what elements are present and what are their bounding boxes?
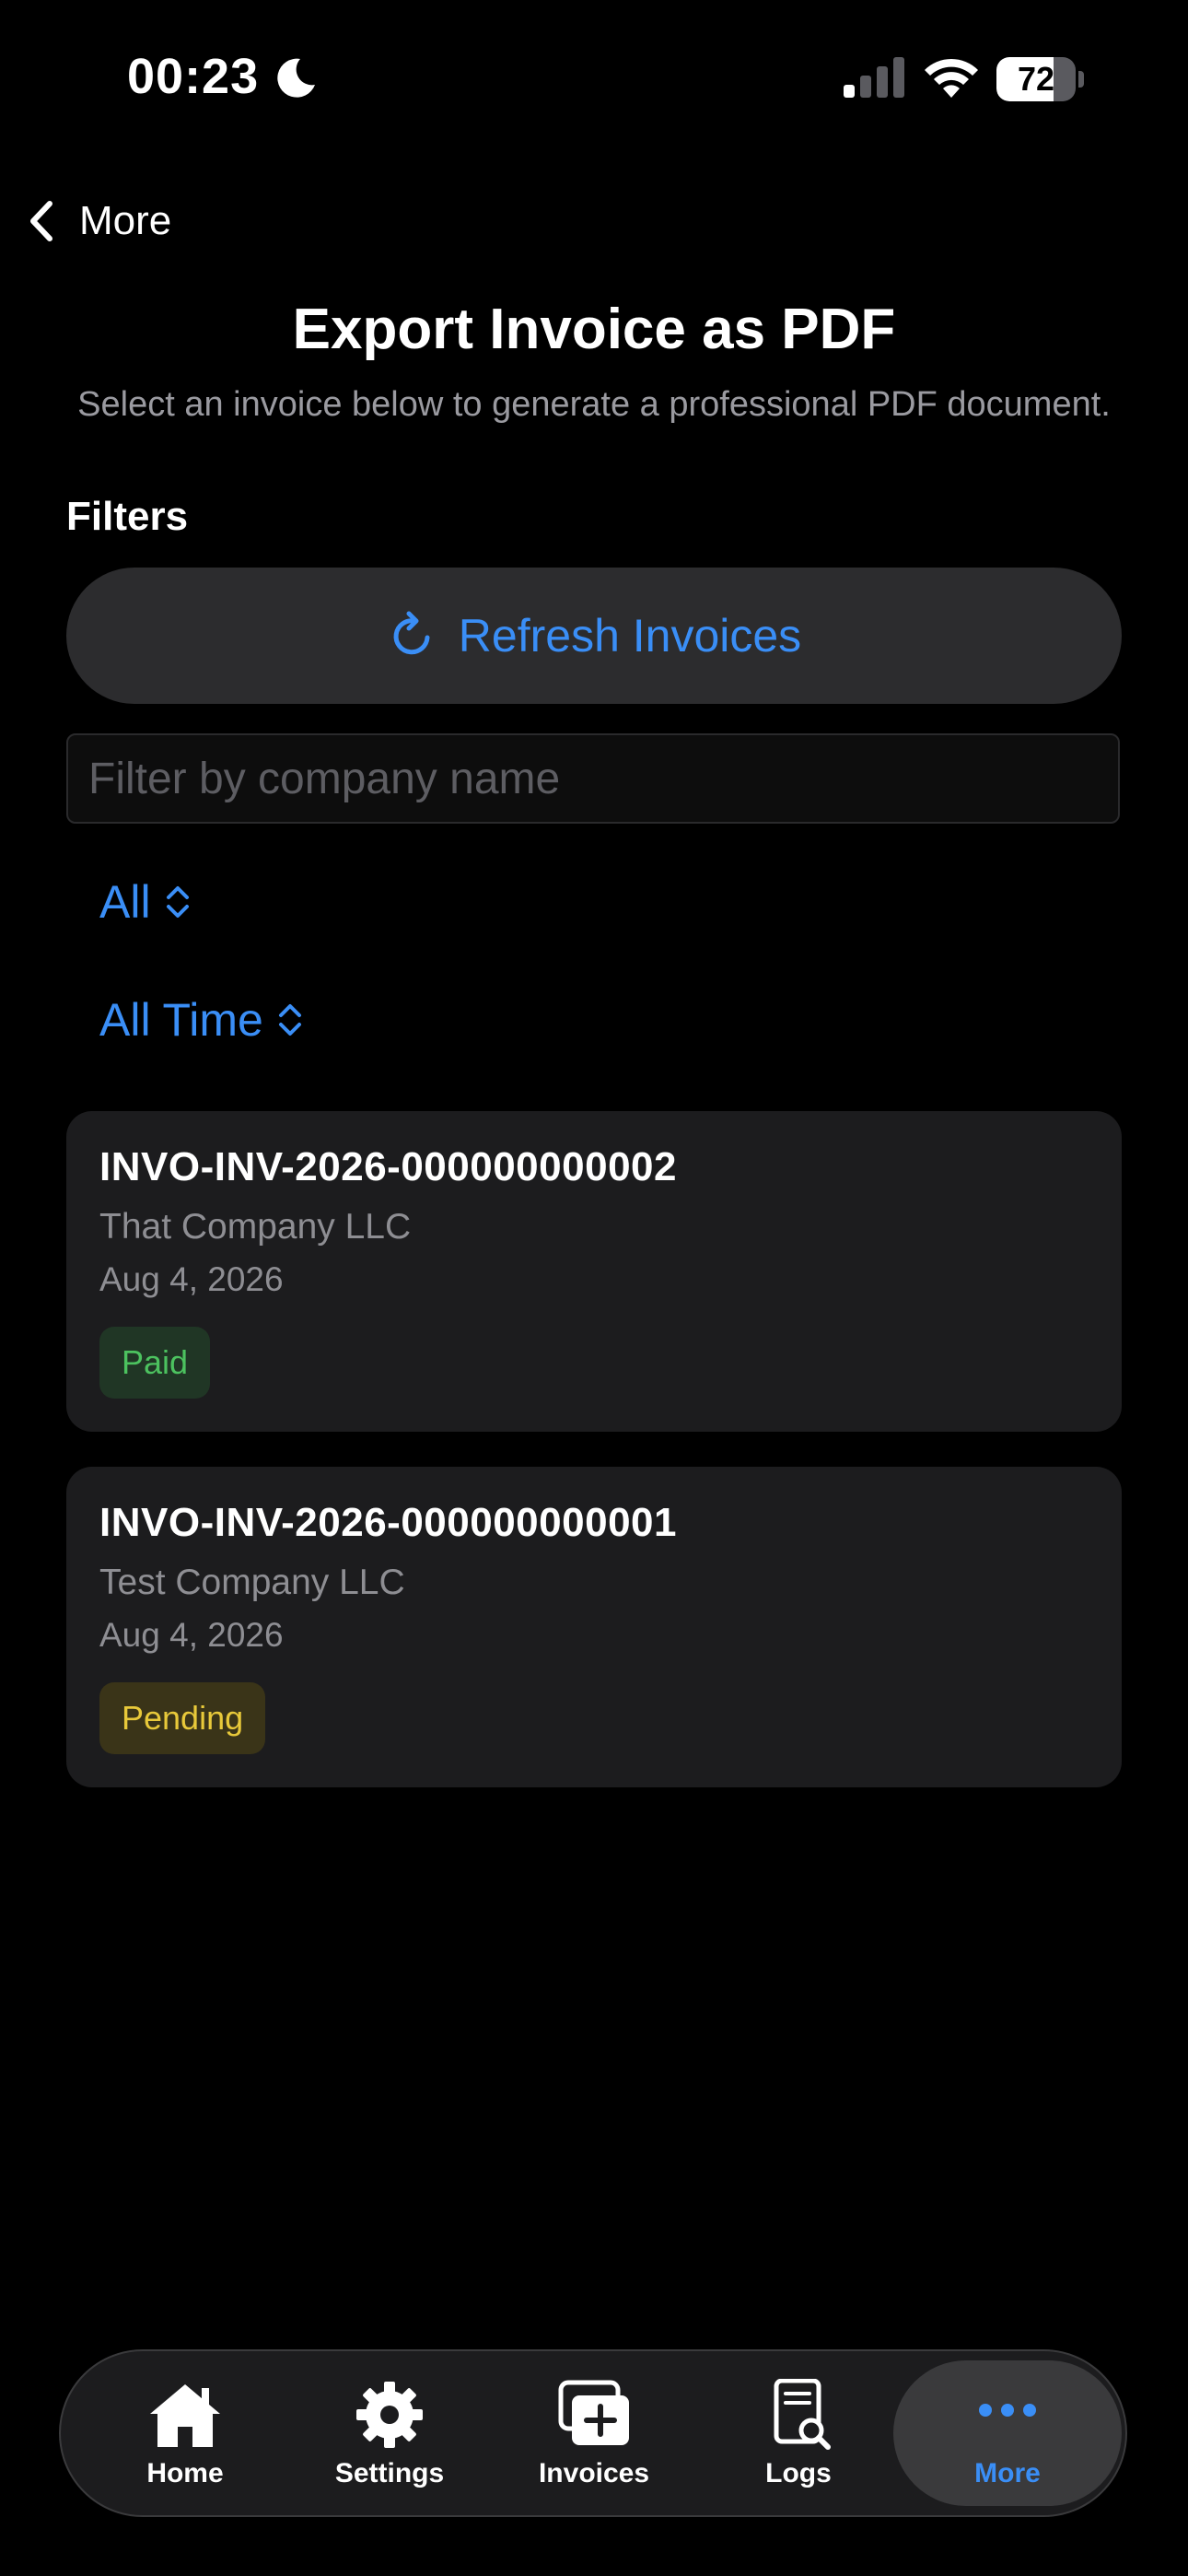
refresh-icon [393, 611, 430, 655]
status-picker[interactable]: All [99, 870, 192, 934]
page-subtitle: Select an invoice below to generate a pr… [77, 385, 1111, 424]
tab-logs[interactable]: Logs [702, 2360, 895, 2506]
tab-logs-label: Logs [765, 2458, 832, 2488]
status-badge: Pending [99, 1682, 266, 1754]
status-time: 00:23 [127, 49, 260, 104]
back-label: More [79, 198, 172, 243]
tab-settings[interactable]: Settings [293, 2360, 486, 2506]
chevron-left-icon [30, 201, 52, 241]
invoice-id: INVO-INV-2026-000000000001 [99, 1500, 677, 1545]
invoice-company: Test Company LLC [99, 1563, 405, 1602]
cellular-signal-icon [844, 57, 904, 98]
tab-more[interactable]: More [893, 2360, 1122, 2506]
tab-invoices[interactable]: Invoices [497, 2360, 691, 2506]
ellipsis-icon [979, 2404, 1036, 2417]
document-search-icon [774, 2379, 831, 2450]
invoice-date: Aug 4, 2026 [99, 1260, 284, 1298]
tab-invoices-label: Invoices [538, 2458, 650, 2488]
wifi-icon [925, 58, 978, 98]
status-picker-value: All [99, 876, 151, 928]
refresh-invoices-label: Refresh Invoices [458, 610, 802, 662]
invoice-add-icon [558, 2380, 629, 2445]
chevron-up-down-icon [166, 886, 189, 918]
company-filter-input[interactable] [66, 733, 1120, 824]
tab-home-label: Home [146, 2458, 224, 2488]
battery-percent: 72 [1017, 60, 1055, 98]
moon-icon [277, 58, 315, 98]
battery-indicator: 72 [996, 53, 1085, 105]
chevron-up-down-icon [278, 1004, 301, 1036]
house-icon [150, 2384, 220, 2447]
tab-more-label: More [974, 2458, 1041, 2488]
tab-home[interactable]: Home [88, 2360, 282, 2506]
refresh-invoices-button[interactable]: Refresh Invoices [66, 568, 1122, 704]
status-badge: Paid [99, 1327, 211, 1399]
time-range-picker[interactable]: All Time [99, 988, 304, 1052]
invoice-company: That Company LLC [99, 1207, 412, 1247]
back-button[interactable]: More [28, 193, 171, 249]
invoice-card[interactable]: INVO-INV-2026-000000000002 That Company … [66, 1111, 1122, 1432]
invoice-id: INVO-INV-2026-000000000002 [99, 1144, 677, 1189]
filters-heading: Filters [66, 494, 189, 539]
tab-settings-label: Settings [334, 2458, 445, 2488]
tab-bar: Home Settings Invoices Logs More [59, 2349, 1127, 2517]
invoice-date: Aug 4, 2026 [99, 1616, 284, 1654]
page-title: Export Invoice as PDF [292, 298, 896, 361]
time-range-picker-value: All Time [99, 994, 263, 1046]
gear-icon [356, 2382, 423, 2448]
invoice-card[interactable]: INVO-INV-2026-000000000001 Test Company … [66, 1467, 1122, 1787]
